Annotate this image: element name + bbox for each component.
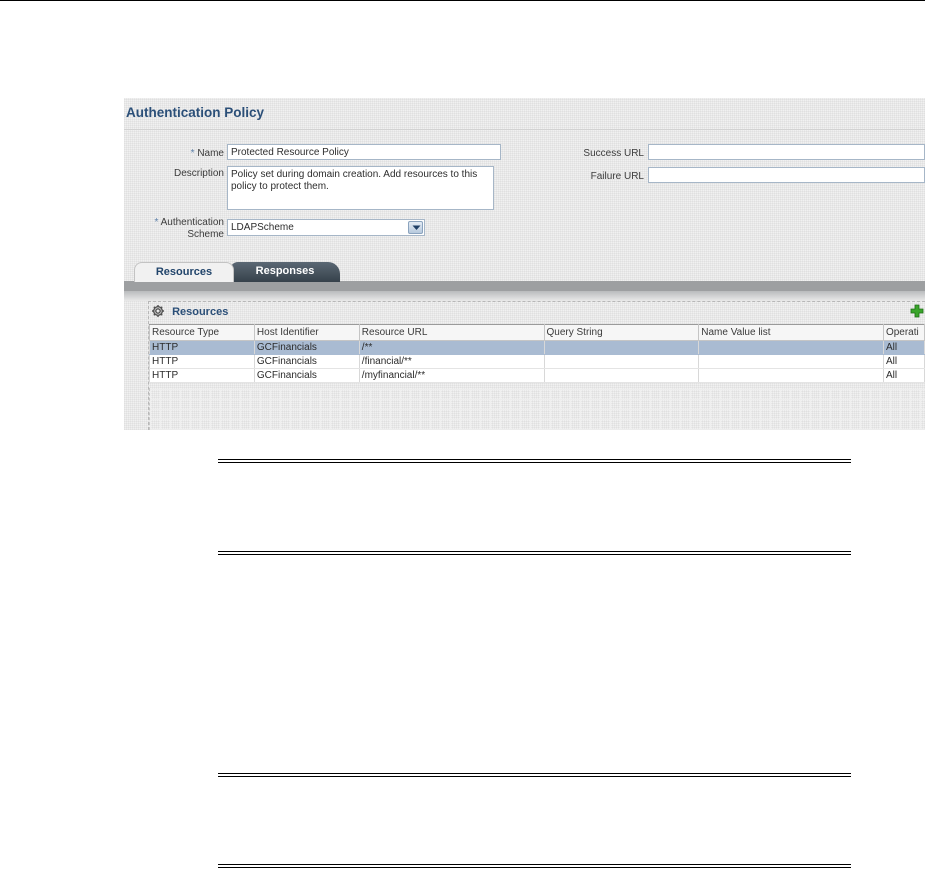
table-cell <box>543 340 700 355</box>
table-cell: /financial/** <box>358 354 545 369</box>
table-cell <box>698 368 884 383</box>
table-cell: GCFinancials <box>253 354 360 369</box>
column-header[interactable]: Resource URL <box>358 324 545 341</box>
table-cell: HTTP <box>149 340 255 355</box>
note-bottom-rule <box>218 864 851 868</box>
table-cell: All <box>882 368 925 383</box>
table-cell: HTTP <box>149 368 255 383</box>
resources-title: Resources <box>172 306 229 318</box>
table-cell <box>698 354 884 369</box>
page-title: Authentication Policy <box>126 105 265 120</box>
authentication-scheme-value: LDAPScheme <box>231 222 294 233</box>
tab-strip <box>124 281 925 291</box>
tab-resources[interactable]: Resources <box>134 262 234 282</box>
description-label: Description <box>173 168 224 179</box>
table-cell <box>698 340 884 355</box>
table-empty-area <box>149 388 925 430</box>
gear-icon <box>151 304 165 323</box>
chevron-down-icon[interactable] <box>408 221 423 234</box>
table-cell: GCFinancials <box>253 340 360 355</box>
tab-responses[interactable]: Responses <box>230 262 340 282</box>
table-cell <box>543 368 700 383</box>
column-header[interactable]: Resource Type <box>149 324 255 341</box>
table-row[interactable]: HTTP GCFinancials /myfinancial/** All <box>149 368 925 383</box>
authentication-policy-panel: Authentication Policy * Name Protected R… <box>124 98 925 430</box>
table-header-row: Resource Type Host Identifier Resource U… <box>149 324 925 341</box>
table-cell: All <box>882 340 925 355</box>
authentication-scheme-label: * Authentication Scheme <box>154 217 224 240</box>
resources-header: Resources <box>151 304 228 320</box>
column-header[interactable]: Host Identifier <box>253 324 360 341</box>
column-header[interactable]: Operati <box>882 324 925 341</box>
success-url-label: Success URL <box>583 148 644 159</box>
resources-table: Resource Type Host Identifier Resource U… <box>149 324 925 383</box>
column-header[interactable]: Name Value list <box>698 324 884 341</box>
note-top-rule <box>218 773 851 777</box>
table-row[interactable]: HTTP GCFinancials /financial/** All <box>149 354 925 369</box>
description-field[interactable]: Policy set during domain creation. Add r… <box>227 166 494 210</box>
tab-body-header <box>124 291 925 301</box>
table-row[interactable]: HTTP GCFinancials /** All <box>149 340 925 355</box>
title-divider <box>124 129 925 130</box>
add-icon[interactable] <box>910 304 924 318</box>
success-url-field[interactable] <box>648 144 925 160</box>
column-header[interactable]: Query String <box>543 324 700 341</box>
failure-url-label: Failure URL <box>590 171 644 182</box>
table-cell: HTTP <box>149 354 255 369</box>
table-cell: /** <box>358 340 545 355</box>
note-top-rule <box>218 459 851 463</box>
name-field[interactable]: Protected Resource Policy <box>227 144 501 160</box>
page-top-rule <box>0 0 925 1</box>
table-cell: All <box>882 354 925 369</box>
failure-url-field[interactable] <box>648 167 925 183</box>
table-cell: /myfinancial/** <box>358 368 545 383</box>
note-bottom-rule <box>218 551 851 555</box>
table-cell <box>543 354 700 369</box>
table-cell: GCFinancials <box>253 368 360 383</box>
required-mark: * <box>190 148 195 159</box>
name-label: * Name <box>190 148 224 159</box>
authentication-scheme-select[interactable]: LDAPScheme <box>227 219 425 236</box>
